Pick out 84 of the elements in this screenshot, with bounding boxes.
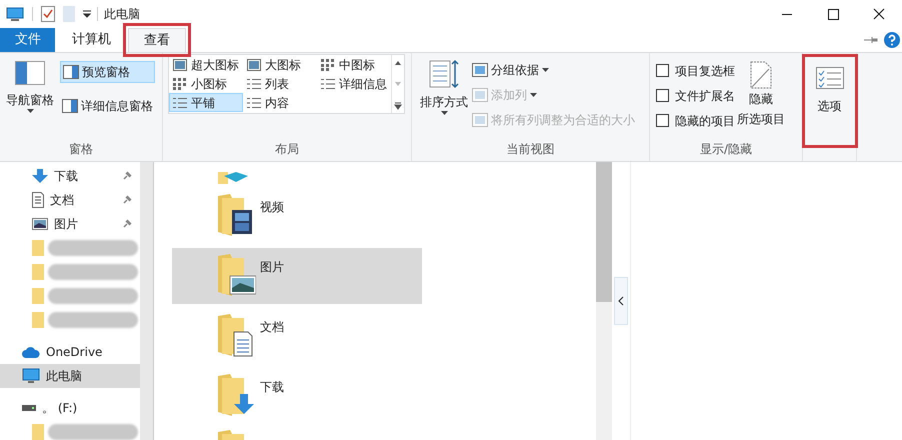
window-title: 此电脑 bbox=[104, 6, 140, 23]
navigation-pane-button[interactable]: 导航窗格 bbox=[4, 61, 56, 140]
checkbox[interactable] bbox=[656, 64, 669, 77]
document-icon bbox=[32, 192, 44, 208]
caret-icon bbox=[26, 109, 34, 113]
group-label: 当前视图 bbox=[506, 141, 554, 158]
folder-icon bbox=[32, 288, 44, 304]
layout-option[interactable]: 大图标 bbox=[243, 55, 317, 74]
sidebar-item[interactable]: 图片 bbox=[0, 212, 140, 236]
details-pane-icon bbox=[62, 99, 78, 113]
properties-icon[interactable] bbox=[41, 6, 55, 22]
layout-option[interactable]: 内容 bbox=[243, 93, 317, 112]
group-label: 显示/隐藏 bbox=[700, 141, 752, 158]
view-icon bbox=[247, 78, 261, 90]
view-icon bbox=[321, 78, 335, 90]
checkbox[interactable] bbox=[656, 114, 669, 127]
caret-icon bbox=[440, 111, 448, 115]
preview-pane-button[interactable]: 预览窗格 bbox=[60, 61, 155, 83]
options-button[interactable]: 选项 bbox=[804, 57, 854, 145]
download-icon bbox=[32, 169, 48, 183]
sidebar-item[interactable]: 此电脑 bbox=[0, 364, 140, 388]
layout-option[interactable]: 小图标 bbox=[169, 74, 243, 93]
sidebar-item[interactable]: 下载 bbox=[0, 164, 140, 188]
checkbox-option[interactable]: 隐藏的项目 bbox=[656, 111, 735, 130]
sort-by-button[interactable]: 排序方式 bbox=[420, 59, 468, 140]
view-icon bbox=[173, 58, 187, 70]
caret-icon bbox=[542, 68, 549, 72]
sort-icon bbox=[428, 59, 460, 89]
layout-option[interactable]: 中图标 bbox=[317, 55, 391, 74]
sidebar-item[interactable]: OneDrive bbox=[0, 340, 140, 364]
sidebar-item[interactable]: 文档 bbox=[0, 188, 140, 212]
dropdown-icon[interactable] bbox=[83, 10, 91, 18]
group-label: 窗格 bbox=[69, 141, 93, 158]
picture-icon bbox=[32, 218, 48, 230]
options-icon bbox=[816, 67, 844, 89]
layout-option[interactable]: 详细信息 bbox=[317, 74, 391, 93]
view-icon bbox=[173, 78, 187, 90]
caret-icon bbox=[530, 93, 537, 97]
folder-icon bbox=[32, 312, 44, 328]
view-icon bbox=[321, 58, 335, 70]
view-command[interactable]: 分组依据 bbox=[472, 59, 635, 81]
pin-icon bbox=[122, 195, 132, 205]
file-tab[interactable]: 文件 bbox=[0, 28, 55, 52]
computer-icon bbox=[22, 368, 40, 384]
layout-option[interactable]: 平铺 bbox=[169, 93, 243, 112]
view-icon bbox=[247, 96, 261, 108]
help-icon[interactable] bbox=[884, 32, 900, 48]
folder-icon bbox=[32, 240, 44, 256]
column-icon bbox=[472, 88, 488, 102]
folder-icon bbox=[216, 372, 256, 418]
page-icon bbox=[749, 61, 773, 89]
preview-pane-icon bbox=[63, 65, 79, 79]
drive-icon bbox=[22, 405, 36, 411]
pin-icon[interactable] bbox=[864, 35, 878, 45]
computer-icon[interactable] bbox=[6, 7, 24, 21]
folder-icon bbox=[32, 424, 44, 440]
folder-tile[interactable]: 图片 bbox=[172, 248, 422, 304]
folder-tile[interactable]: 文档 bbox=[172, 308, 422, 364]
folder-icon bbox=[216, 252, 256, 298]
details-pane-button[interactable]: 详细信息窗格 bbox=[60, 95, 155, 117]
cloud-icon bbox=[22, 346, 40, 358]
view-icon bbox=[247, 58, 261, 70]
pin-icon bbox=[122, 219, 132, 229]
scrollbar-thumb[interactable] bbox=[596, 162, 612, 302]
column-icon bbox=[472, 113, 488, 127]
group-label: 布局 bbox=[275, 141, 299, 158]
column-icon bbox=[472, 63, 488, 77]
sidebar-item[interactable]: 。 (F:) bbox=[0, 396, 140, 420]
folder-tile[interactable]: 视频 bbox=[172, 188, 422, 244]
checkbox-option[interactable]: 项目复选框 bbox=[656, 61, 735, 80]
scrollbar[interactable] bbox=[140, 162, 154, 440]
checkbox[interactable] bbox=[656, 89, 669, 102]
folder-tile[interactable]: 下载 bbox=[172, 368, 422, 424]
checkbox-option[interactable]: 文件扩展名 bbox=[656, 86, 735, 105]
hide-selected-button[interactable]: 隐藏 所选项目 bbox=[737, 61, 785, 140]
ribbon-tab[interactable]: 计算机 bbox=[57, 28, 126, 52]
layout-option[interactable]: 列表 bbox=[243, 74, 317, 93]
folder-icon bbox=[32, 264, 44, 280]
scrollbar[interactable] bbox=[596, 162, 612, 440]
layout-option[interactable]: 超大图标 bbox=[169, 55, 243, 74]
view-icon bbox=[173, 96, 187, 108]
navigation-pane-icon bbox=[15, 61, 45, 85]
chevron-left-icon bbox=[618, 296, 624, 306]
pin-icon bbox=[122, 171, 132, 181]
